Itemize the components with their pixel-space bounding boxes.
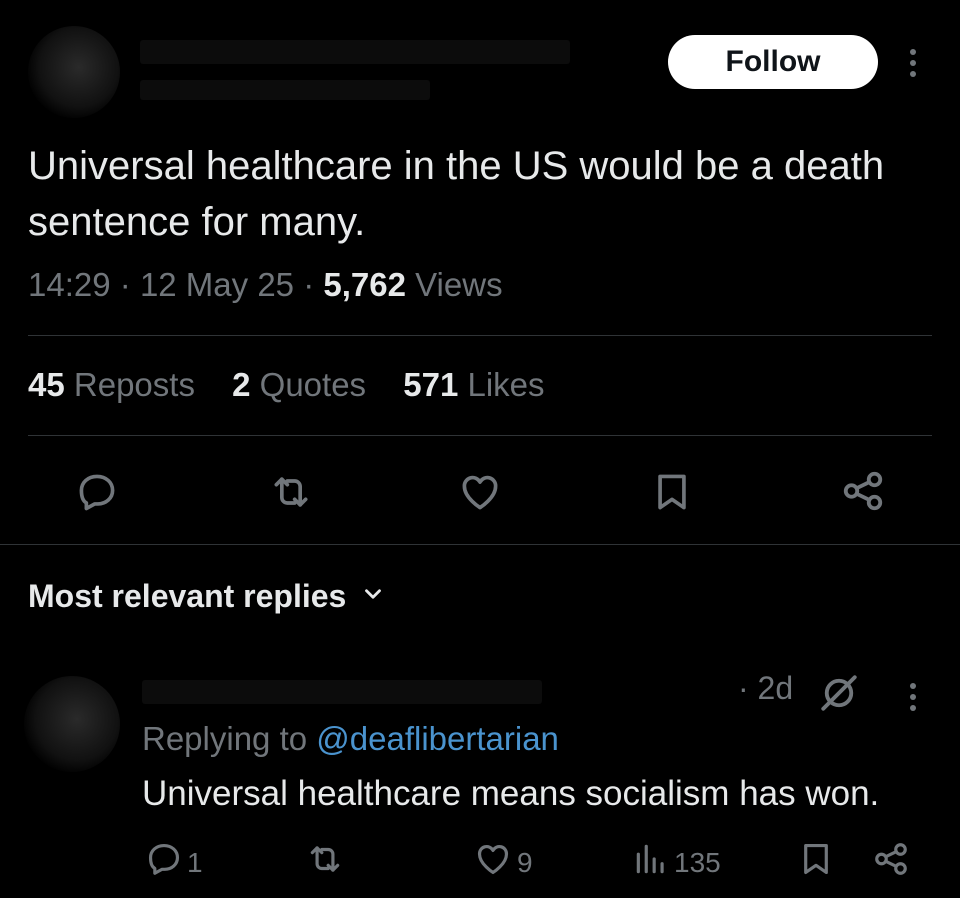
chevron-down-icon [360,578,386,615]
reply-icon[interactable] [75,470,119,514]
replies-sort-dropdown[interactable]: Most relevant replies [28,578,386,615]
share-icon[interactable] [840,468,886,514]
reply-reply-count: 1 [187,846,203,878]
post-time: 14:29 [28,266,111,303]
post-stats: 45 Reposts 2 Quotes 571 Likes [28,366,573,404]
reply-view-count: 135 [674,846,721,878]
likes-label: Likes [467,366,545,403]
quotes-stat[interactable]: 2 Quotes [232,366,366,403]
reply-text: Universal healthcare means socialism has… [142,774,880,813]
reply-share-button[interactable] [872,840,910,885]
divider [0,544,960,545]
reply-author-redacted [142,680,542,704]
quotes-count: 2 [232,366,251,403]
bookmark-icon [797,840,835,885]
reply-like-button[interactable]: 9 [473,840,533,885]
author-handle-redacted [140,80,430,100]
replying-prefix: Replying to [142,720,308,757]
likes-stat[interactable]: 571 Likes [403,366,544,403]
post-text: Universal healthcare in the US would be … [28,144,885,244]
divider [28,335,932,336]
grok-icon[interactable] [818,672,860,714]
post-date: 12 May 25 [139,266,295,303]
like-icon [473,840,513,885]
views-count: 5,762 [323,266,406,303]
views-chart-icon [632,840,670,885]
reply-repost-button[interactable] [305,840,345,885]
reposts-count: 45 [28,366,65,403]
reply-age[interactable]: · 2d [738,670,793,707]
replying-handle-link[interactable]: @deaflibertarian [316,720,559,757]
repost-icon [305,840,345,885]
reply-like-count: 9 [517,846,533,878]
repost-icon[interactable] [268,470,314,514]
author-name-redacted [140,40,570,64]
like-icon[interactable] [457,470,503,514]
divider [28,435,932,436]
bookmark-icon[interactable] [650,470,694,514]
likes-count: 571 [403,366,459,403]
views-label: Views [415,266,503,303]
reply-icon [145,840,183,885]
reply-views-button[interactable]: 135 [632,840,721,885]
post-meta: 14:29 · 12 May 25 · 5,762 Views [28,266,503,304]
author-avatar[interactable] [28,26,120,118]
reply-bookmark-button[interactable] [797,840,835,885]
follow-button[interactable]: Follow [668,35,878,89]
meta-separator: · [303,266,315,303]
share-icon [872,840,910,885]
replying-to: Replying to @deaflibertarian [142,720,559,758]
quotes-label: Quotes [259,366,367,403]
more-options-icon[interactable] [910,44,916,82]
reposts-label: Reposts [73,366,195,403]
reposts-stat[interactable]: 45 Reposts [28,366,195,403]
reply-reply-button[interactable]: 1 [145,840,203,885]
reply-author-avatar[interactable] [24,676,120,772]
meta-separator: · [119,266,131,303]
replies-heading: Most relevant replies [28,578,347,614]
reply-more-options-icon[interactable] [910,678,916,716]
